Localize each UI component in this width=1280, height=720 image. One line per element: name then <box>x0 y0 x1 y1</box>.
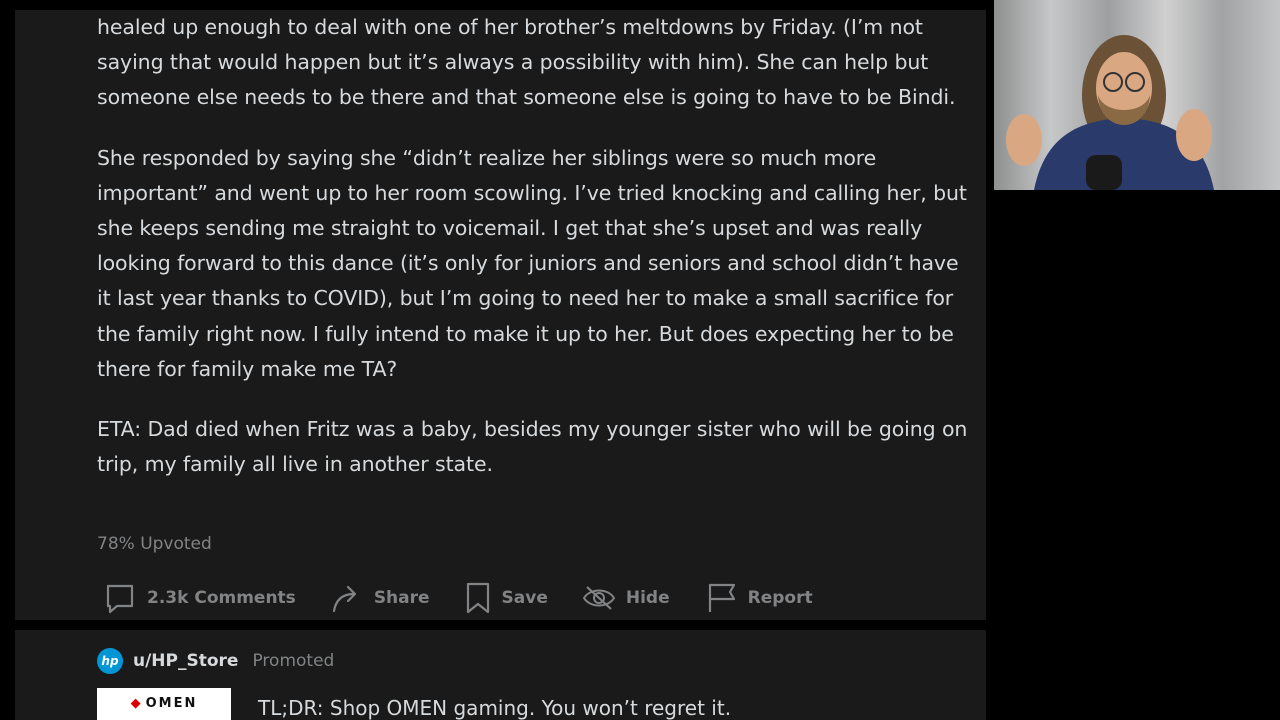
promo-headline[interactable]: TL;DR: Shop OMEN gaming. You won’t regre… <box>258 696 731 720</box>
post-body: healed up enough to deal with one of her… <box>97 10 977 507</box>
post-paragraph-2: She responded by saying she “didn’t real… <box>97 145 967 381</box>
omen-banner-text: OMEN <box>145 696 198 711</box>
webcam-overlay <box>994 0 1280 190</box>
eye-slash-icon <box>582 586 616 610</box>
share-label: Share <box>373 588 430 608</box>
promoted-label: Promoted <box>252 651 335 671</box>
hide-label: Hide <box>625 588 670 608</box>
save-label: Save <box>501 588 548 608</box>
post-card: healed up enough to deal with one of her… <box>15 10 986 620</box>
promoted-post[interactable]: hp u/HP_Store Promoted ◆ OMEN TL;DR: Sho… <box>15 630 986 720</box>
post-actions: 2.3k Comments Share Save Hide Report <box>103 576 847 620</box>
hp-logo-icon[interactable]: hp <box>97 648 123 674</box>
flag-icon <box>708 583 735 612</box>
save-button[interactable]: Save <box>464 581 548 615</box>
webcam-person-image <box>1006 35 1214 190</box>
comments-button[interactable]: 2.3k Comments <box>103 581 296 615</box>
report-button[interactable]: Report <box>704 581 813 615</box>
upvote-ratio: 78% Upvoted <box>97 534 212 554</box>
promo-username[interactable]: u/HP_Store <box>133 651 238 671</box>
share-icon <box>332 585 356 613</box>
hide-button[interactable]: Hide <box>582 583 670 613</box>
promo-header: hp u/HP_Store Promoted <box>97 648 334 674</box>
comments-label: 2.3k Comments <box>147 588 296 608</box>
post-paragraph-3: ETA: Dad died when Fritz was a baby, bes… <box>97 417 968 477</box>
bookmark-icon <box>466 582 489 614</box>
report-label: Report <box>747 588 813 608</box>
omen-thumbnail[interactable]: ◆ OMEN <box>97 688 231 720</box>
comment-icon <box>106 584 134 614</box>
share-button[interactable]: Share <box>330 581 430 615</box>
post-paragraph-1: healed up enough to deal with one of her… <box>97 15 956 110</box>
omen-diamond-icon: ◆ <box>130 696 143 711</box>
